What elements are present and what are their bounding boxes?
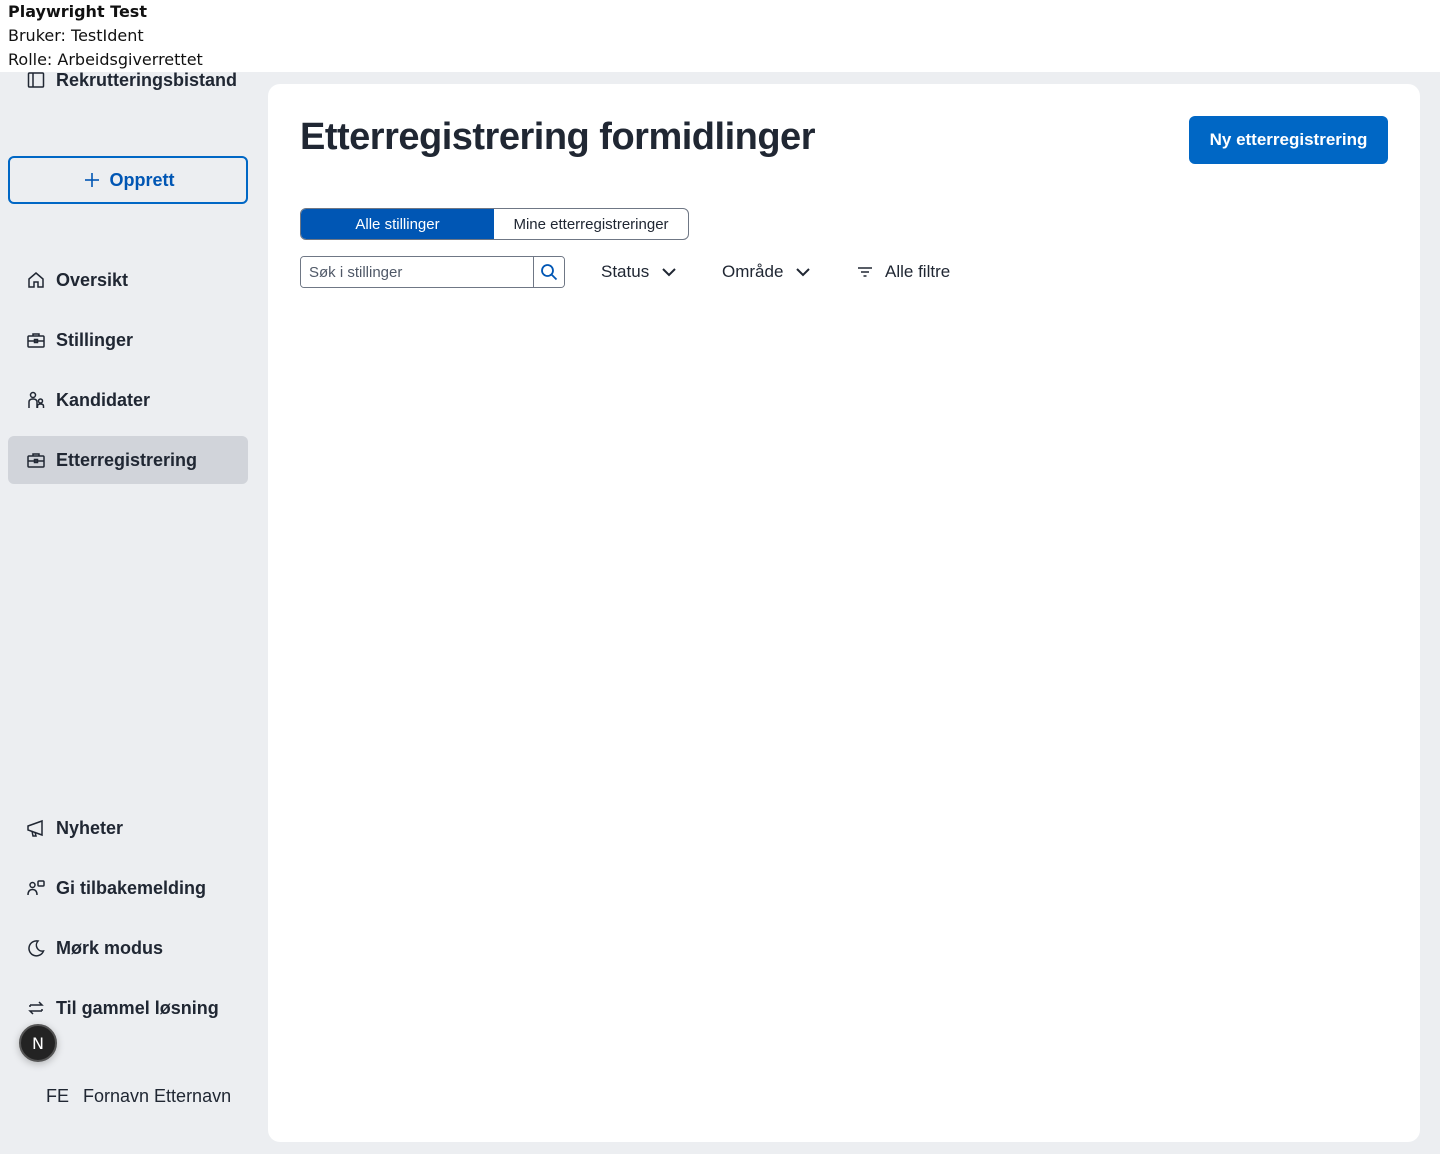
new-registration-button[interactable]: Ny etterregistrering: [1189, 116, 1388, 164]
avatar: FE: [46, 1085, 70, 1106]
search-input[interactable]: [301, 257, 533, 287]
chevron-down-icon: [793, 262, 813, 282]
sidebar-item-feedback[interactable]: Gi tilbakemelding: [8, 864, 248, 912]
test-title: Playwright Test: [8, 2, 147, 21]
sidebar: Rekrutteringsbistand Opprett Oversikt St…: [0, 70, 268, 1154]
home-icon: [26, 270, 46, 290]
search-field: [300, 256, 565, 288]
sidebar-item-label: Til gammel løsning: [56, 997, 219, 1018]
area-filter-label: Område: [722, 262, 784, 281]
megaphone-icon: [26, 818, 46, 838]
sidebar-item-dark-mode[interactable]: Mørk modus: [8, 924, 248, 972]
search-icon: [539, 262, 559, 282]
test-info-banner: Playwright Test Bruker: TestIdent Rolle:…: [0, 0, 1440, 72]
sidebar-item-kandidater[interactable]: Kandidater: [8, 376, 248, 424]
user-menu[interactable]: FE Fornavn Etternavn: [46, 1084, 231, 1108]
sidebar-item-stillinger[interactable]: Stillinger: [8, 316, 248, 364]
app-shell: Rekrutteringsbistand Opprett Oversikt St…: [0, 70, 1440, 1154]
sidebar-item-label: Etterregistrering: [56, 449, 198, 470]
user-name: Fornavn Etternavn: [83, 1085, 232, 1106]
status-filter-label: Status: [601, 262, 650, 281]
briefcase-icon: [26, 330, 46, 350]
briefcase-icon: [26, 450, 46, 470]
all-filters-button[interactable]: Alle filtre: [855, 256, 950, 288]
toggle-my-registrations[interactable]: Mine etterregistreringer: [494, 209, 688, 239]
search-button[interactable]: [533, 257, 564, 287]
chevron-down-icon: [659, 262, 679, 282]
test-user: Bruker: TestIdent: [8, 26, 144, 45]
all-filters-label: Alle filtre: [885, 262, 951, 281]
sidebar-item-nyheter[interactable]: Nyheter: [8, 804, 248, 852]
sidebar-item-label: Stillinger: [56, 329, 134, 350]
page-title: Etterregistrering formidlinger: [300, 116, 815, 158]
toggle-all-positions[interactable]: Alle stillinger: [301, 209, 494, 239]
area-filter-dropdown[interactable]: Område: [722, 256, 813, 288]
brand-name: Rekrutteringsbistand: [56, 69, 238, 90]
dev-tools-badge[interactable]: N: [19, 1024, 57, 1062]
sidebar-item-label: Kandidater: [56, 389, 151, 410]
status-filter-dropdown[interactable]: Status: [601, 256, 679, 288]
sidebar-item-oversikt[interactable]: Oversikt: [8, 256, 248, 304]
filter-icon: [855, 262, 875, 282]
sidebar-item-label: Oversikt: [56, 269, 129, 290]
badge-letter: N: [32, 1033, 44, 1053]
sidebar-item-label: Mørk modus: [56, 937, 164, 958]
sidebar-panel-icon: [26, 70, 46, 90]
sidebar-item-etterregistrering[interactable]: Etterregistrering: [8, 436, 248, 484]
scope-toggle-group: Alle stillinger Mine etterregistreringer: [300, 208, 689, 240]
create-button[interactable]: Opprett: [8, 156, 248, 204]
arrows-swap-icon: [26, 998, 46, 1018]
main-content: Etterregistrering formidlinger Ny etterr…: [268, 84, 1420, 1142]
moon-icon: [26, 938, 46, 958]
sidebar-item-label: Nyheter: [56, 817, 124, 838]
feedback-icon: [26, 878, 46, 898]
brand-link[interactable]: Rekrutteringsbistand: [26, 68, 237, 92]
plus-icon: [82, 170, 102, 190]
people-icon: [26, 390, 46, 410]
sidebar-item-label: Gi tilbakemelding: [56, 877, 207, 898]
create-label: Opprett: [109, 169, 175, 190]
